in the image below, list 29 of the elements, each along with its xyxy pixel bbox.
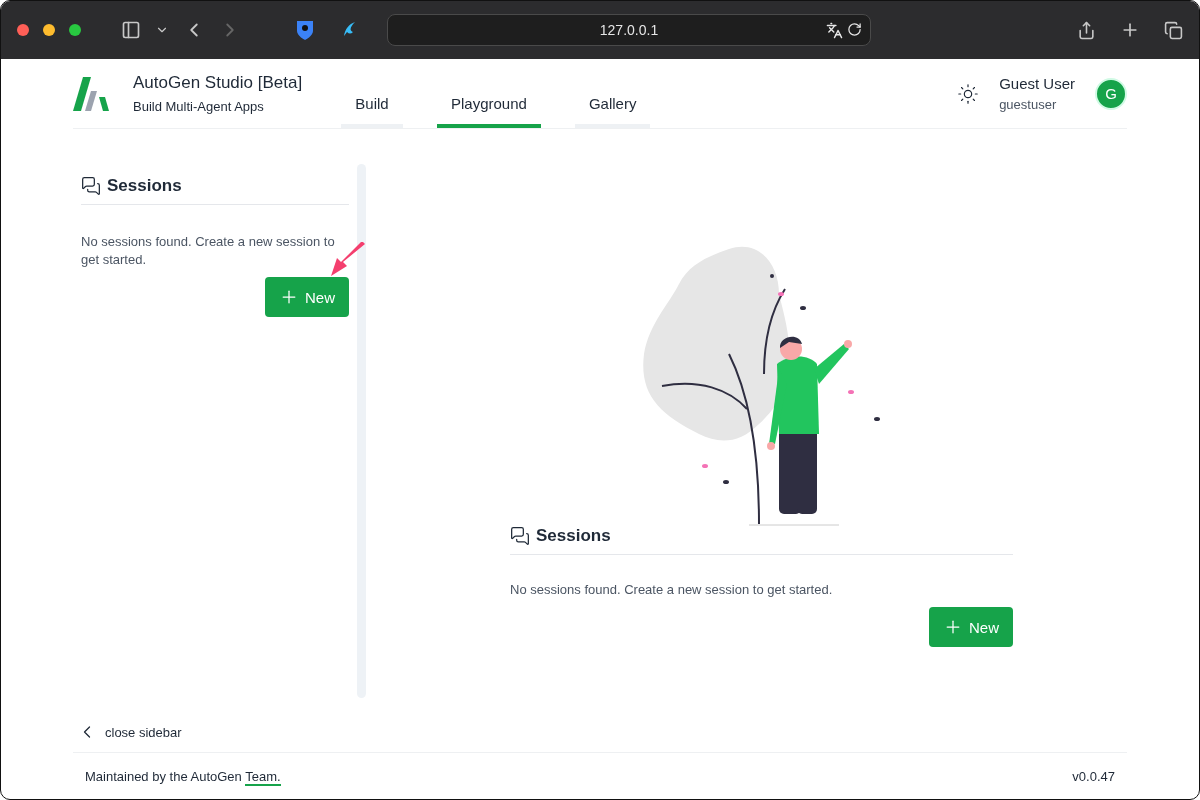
empty-sessions-message: No sessions found. Create a new session to get started. (81, 233, 336, 269)
sidebar-toggle-icon[interactable] (121, 20, 141, 40)
empty-sessions-message: No sessions found. Create a new session to get started. (510, 581, 834, 599)
nav-tab[interactable]: Build (341, 59, 403, 128)
team-link[interactable]: Team. (245, 768, 281, 786)
sessions-heading: Sessions (536, 526, 611, 546)
share-icon[interactable] (1077, 20, 1096, 40)
zoom-window-button[interactable] (69, 24, 81, 36)
nav-tab[interactable]: Gallery (574, 59, 651, 128)
user-handle: guestuser (999, 97, 1058, 112)
app-subtitle: Build Multi-Agent Apps (133, 99, 265, 114)
shield-keyhole-icon[interactable] (295, 19, 315, 41)
translate-icon[interactable] (826, 22, 843, 39)
version-label: v0.0.47 (1072, 768, 1115, 784)
theme-toggle-icon[interactable] (957, 82, 980, 105)
footer-credit: Maintained by the AutoGen Team. (85, 768, 281, 784)
close-sidebar-button[interactable]: close sidebar (73, 712, 186, 752)
address-bar[interactable]: 127.0.0.1 (387, 14, 871, 46)
reload-icon[interactable] (847, 22, 862, 37)
nav-tab[interactable]: Playground (437, 59, 541, 128)
close-window-button[interactable] (17, 24, 29, 36)
app-logo (73, 76, 109, 111)
minimize-window-button[interactable] (43, 24, 55, 36)
sessions-heading: Sessions (107, 176, 182, 196)
chat-bubbles-icon (81, 176, 101, 196)
app-title: AutoGen Studio [Beta] (133, 73, 304, 93)
chat-bubbles-icon (510, 526, 530, 546)
user-name: Guest User (999, 75, 1075, 92)
tabs-overview-icon[interactable] (1164, 20, 1183, 40)
